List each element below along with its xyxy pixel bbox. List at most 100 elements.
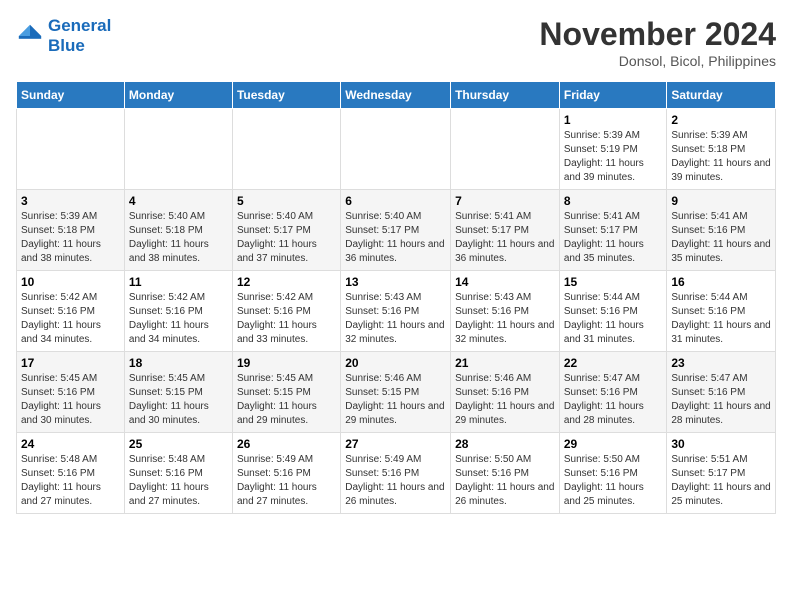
day-info: Sunrise: 5:39 AM Sunset: 5:18 PM Dayligh… <box>21 210 120 266</box>
day-number: 15 <box>564 275 663 289</box>
calendar-cell: 30 Sunrise: 5:51 AM Sunset: 5:17 PM Dayli… <box>667 433 776 514</box>
day-number: 11 <box>129 275 228 289</box>
day-info: Sunrise: 5:42 AM Sunset: 5:16 PM Dayligh… <box>237 291 336 347</box>
day-info: Sunrise: 5:39 AM Sunset: 5:18 PM Dayligh… <box>671 129 771 185</box>
calendar-cell <box>124 109 232 190</box>
calendar-cell: 5 Sunrise: 5:40 AM Sunset: 5:17 PM Daylig… <box>232 190 340 271</box>
day-info: Sunrise: 5:44 AM Sunset: 5:16 PM Dayligh… <box>564 291 663 347</box>
calendar-cell: 23 Sunrise: 5:47 AM Sunset: 5:16 PM Dayli… <box>667 352 776 433</box>
calendar-cell <box>17 109 125 190</box>
day-number: 8 <box>564 194 663 208</box>
calendar-cell: 18 Sunrise: 5:45 AM Sunset: 5:15 PM Dayli… <box>124 352 232 433</box>
day-number: 30 <box>671 437 771 451</box>
day-number: 10 <box>21 275 120 289</box>
calendar-cell: 3 Sunrise: 5:39 AM Sunset: 5:18 PM Daylig… <box>17 190 125 271</box>
calendar-cell: 20 Sunrise: 5:46 AM Sunset: 5:15 PM Dayli… <box>341 352 451 433</box>
calendar-week-row: 17Sunrise: 5:45 AM Sunset: 5:16 PM Dayli… <box>17 352 776 433</box>
day-number: 28 <box>455 437 555 451</box>
calendar-cell: 29Sunrise: 5:50 AM Sunset: 5:16 PM Dayli… <box>559 433 667 514</box>
weekday-header: Friday <box>559 82 667 109</box>
day-number: 18 <box>129 356 228 370</box>
day-info: Sunrise: 5:42 AM Sunset: 5:16 PM Dayligh… <box>21 291 120 347</box>
day-number: 4 <box>129 194 228 208</box>
logo: General Blue <box>16 16 111 56</box>
calendar-cell: 21 Sunrise: 5:46 AM Sunset: 5:16 PM Dayli… <box>451 352 560 433</box>
weekday-header: Thursday <box>451 82 560 109</box>
day-number: 23 <box>671 356 771 370</box>
day-info: Sunrise: 5:41 AM Sunset: 5:17 PM Dayligh… <box>455 210 555 266</box>
calendar-cell: 22 Sunrise: 5:47 AM Sunset: 5:16 PM Dayli… <box>559 352 667 433</box>
day-info: Sunrise: 5:46 AM Sunset: 5:15 PM Dayligh… <box>345 372 446 428</box>
day-info: Sunrise: 5:41 AM Sunset: 5:16 PM Dayligh… <box>671 210 771 266</box>
day-number: 7 <box>455 194 555 208</box>
day-number: 25 <box>129 437 228 451</box>
day-info: Sunrise: 5:48 AM Sunset: 5:16 PM Dayligh… <box>21 453 120 509</box>
logo-icon <box>16 22 44 50</box>
day-info: Sunrise: 5:41 AM Sunset: 5:17 PM Dayligh… <box>564 210 663 266</box>
calendar-cell: 27 Sunrise: 5:49 AM Sunset: 5:16 PM Dayli… <box>341 433 451 514</box>
day-number: 29 <box>564 437 663 451</box>
weekday-header: Sunday <box>17 82 125 109</box>
day-info: Sunrise: 5:44 AM Sunset: 5:16 PM Dayligh… <box>671 291 771 347</box>
title-area: November 2024 Donsol, Bicol, Philippines <box>539 16 776 69</box>
day-info: Sunrise: 5:43 AM Sunset: 5:16 PM Dayligh… <box>455 291 555 347</box>
day-number: 27 <box>345 437 446 451</box>
calendar-cell <box>232 109 340 190</box>
logo-text: General Blue <box>48 16 111 56</box>
day-number: 21 <box>455 356 555 370</box>
day-info: Sunrise: 5:43 AM Sunset: 5:16 PM Dayligh… <box>345 291 446 347</box>
calendar-cell: 1 Sunrise: 5:39 AM Sunset: 5:19 PM Daylig… <box>559 109 667 190</box>
day-info: Sunrise: 5:42 AM Sunset: 5:16 PM Dayligh… <box>129 291 228 347</box>
day-info: Sunrise: 5:50 AM Sunset: 5:16 PM Dayligh… <box>455 453 555 509</box>
calendar-cell: 9Sunrise: 5:41 AM Sunset: 5:16 PM Daylig… <box>667 190 776 271</box>
calendar-week-row: 1 Sunrise: 5:39 AM Sunset: 5:19 PM Daylig… <box>17 109 776 190</box>
day-number: 3 <box>21 194 120 208</box>
day-number: 24 <box>21 437 120 451</box>
day-number: 1 <box>564 113 663 127</box>
calendar-week-row: 10 Sunrise: 5:42 AM Sunset: 5:16 PM Dayli… <box>17 271 776 352</box>
day-info: Sunrise: 5:51 AM Sunset: 5:17 PM Dayligh… <box>671 453 771 509</box>
calendar-cell <box>341 109 451 190</box>
calendar-cell: 8 Sunrise: 5:41 AM Sunset: 5:17 PM Daylig… <box>559 190 667 271</box>
calendar-cell: 7 Sunrise: 5:41 AM Sunset: 5:17 PM Daylig… <box>451 190 560 271</box>
weekday-header: Saturday <box>667 82 776 109</box>
day-number: 5 <box>237 194 336 208</box>
day-info: Sunrise: 5:40 AM Sunset: 5:18 PM Dayligh… <box>129 210 228 266</box>
day-info: Sunrise: 5:47 AM Sunset: 5:16 PM Dayligh… <box>671 372 771 428</box>
day-number: 14 <box>455 275 555 289</box>
calendar-cell: 25 Sunrise: 5:48 AM Sunset: 5:16 PM Dayli… <box>124 433 232 514</box>
day-number: 12 <box>237 275 336 289</box>
weekday-header: Monday <box>124 82 232 109</box>
day-info: Sunrise: 5:45 AM Sunset: 5:16 PM Dayligh… <box>21 372 120 428</box>
calendar-cell: 26 Sunrise: 5:49 AM Sunset: 5:16 PM Dayli… <box>232 433 340 514</box>
calendar-table: SundayMondayTuesdayWednesdayThursdayFrid… <box>16 81 776 514</box>
day-info: Sunrise: 5:47 AM Sunset: 5:16 PM Dayligh… <box>564 372 663 428</box>
weekday-header-row: SundayMondayTuesdayWednesdayThursdayFrid… <box>17 82 776 109</box>
day-info: Sunrise: 5:46 AM Sunset: 5:16 PM Dayligh… <box>455 372 555 428</box>
calendar-cell: 16 Sunrise: 5:44 AM Sunset: 5:16 PM Dayli… <box>667 271 776 352</box>
day-info: Sunrise: 5:49 AM Sunset: 5:16 PM Dayligh… <box>345 453 446 509</box>
day-info: Sunrise: 5:45 AM Sunset: 5:15 PM Dayligh… <box>237 372 336 428</box>
day-number: 20 <box>345 356 446 370</box>
day-info: Sunrise: 5:45 AM Sunset: 5:15 PM Dayligh… <box>129 372 228 428</box>
calendar-cell: 13Sunrise: 5:43 AM Sunset: 5:16 PM Dayli… <box>341 271 451 352</box>
day-info: Sunrise: 5:40 AM Sunset: 5:17 PM Dayligh… <box>237 210 336 266</box>
day-number: 22 <box>564 356 663 370</box>
calendar-cell: 6 Sunrise: 5:40 AM Sunset: 5:17 PM Daylig… <box>341 190 451 271</box>
day-info: Sunrise: 5:49 AM Sunset: 5:16 PM Dayligh… <box>237 453 336 509</box>
day-number: 16 <box>671 275 771 289</box>
day-number: 19 <box>237 356 336 370</box>
calendar-week-row: 24 Sunrise: 5:48 AM Sunset: 5:16 PM Dayli… <box>17 433 776 514</box>
day-info: Sunrise: 5:39 AM Sunset: 5:19 PM Dayligh… <box>564 129 663 185</box>
day-number: 2 <box>671 113 771 127</box>
calendar-cell: 2 Sunrise: 5:39 AM Sunset: 5:18 PM Daylig… <box>667 109 776 190</box>
weekday-header: Tuesday <box>232 82 340 109</box>
calendar-cell: 4 Sunrise: 5:40 AM Sunset: 5:18 PM Daylig… <box>124 190 232 271</box>
calendar-week-row: 3 Sunrise: 5:39 AM Sunset: 5:18 PM Daylig… <box>17 190 776 271</box>
day-number: 26 <box>237 437 336 451</box>
day-info: Sunrise: 5:48 AM Sunset: 5:16 PM Dayligh… <box>129 453 228 509</box>
calendar-cell <box>451 109 560 190</box>
calendar-cell: 10 Sunrise: 5:42 AM Sunset: 5:16 PM Dayli… <box>17 271 125 352</box>
day-number: 6 <box>345 194 446 208</box>
day-info: Sunrise: 5:40 AM Sunset: 5:17 PM Dayligh… <box>345 210 446 266</box>
